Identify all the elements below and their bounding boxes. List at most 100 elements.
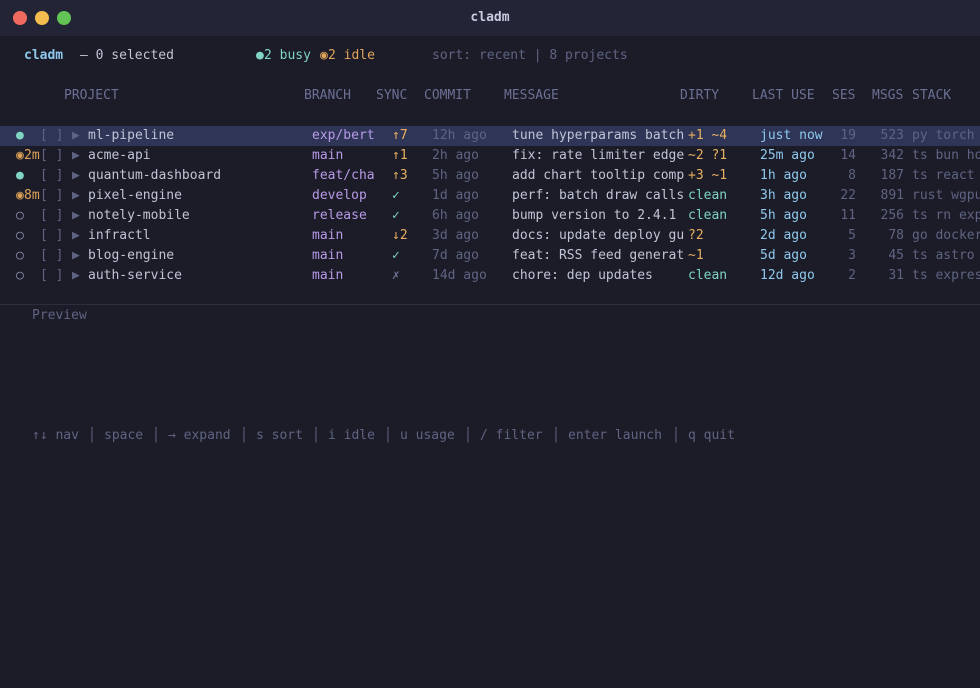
project-name: auth-service bbox=[88, 268, 182, 283]
hint-expand: → expand bbox=[168, 428, 231, 443]
branch-name: main bbox=[312, 268, 344, 283]
stack-tags: rust wgpu bbox=[912, 188, 980, 203]
column-project[interactable]: PROJECT bbox=[64, 86, 119, 106]
project-name: notely-mobile bbox=[88, 208, 190, 223]
select-checkbox[interactable]: [ ] bbox=[40, 266, 63, 286]
stack-tags: ts expres bbox=[912, 268, 980, 283]
divider bbox=[0, 304, 980, 305]
selection-count: — 0 selected bbox=[80, 48, 174, 63]
commit-message: bump version to 2.4.1 bbox=[512, 208, 677, 223]
commit-message: tune hyperparams batch bbox=[512, 128, 685, 143]
column-dirty[interactable]: DIRTY bbox=[680, 86, 719, 106]
expand-arrow-icon[interactable]: ▶ bbox=[72, 206, 80, 226]
busy-icon: ● bbox=[256, 48, 264, 63]
last-use: 5h ago bbox=[760, 208, 807, 223]
column-message[interactable]: MESSAGE bbox=[504, 86, 559, 106]
idle-icon: ◉ bbox=[320, 48, 328, 63]
project-row[interactable]: ◉ 2m[ ] ▶ acme-api main ↑1 2h ago fix: rate lim… bbox=[0, 146, 980, 166]
expand-arrow-icon[interactable]: ▶ bbox=[72, 166, 80, 186]
commit-age: 3d ago bbox=[432, 228, 479, 243]
hint-space: space bbox=[104, 428, 144, 443]
dirty-status: ?2 bbox=[688, 228, 704, 243]
dirty-status: ~1 bbox=[688, 248, 704, 263]
hint-filter: / filter bbox=[480, 428, 543, 443]
message-count: 31 bbox=[888, 268, 904, 283]
select-checkbox[interactable]: [ ] bbox=[40, 166, 63, 186]
expand-arrow-icon[interactable]: ▶ bbox=[72, 186, 80, 206]
message-count: 891 bbox=[880, 188, 904, 203]
stack-tags: go docker bbox=[912, 228, 980, 243]
select-checkbox[interactable]: [ ] bbox=[40, 126, 63, 146]
expand-arrow-icon[interactable]: ▶ bbox=[72, 146, 80, 166]
hint-sort: s sort bbox=[256, 428, 303, 443]
last-use: just now bbox=[760, 128, 823, 143]
stack-tags: ts astro bbox=[912, 248, 975, 263]
sync-status: ✓ bbox=[392, 208, 400, 223]
stack-tags: ts react bbox=[912, 168, 975, 183]
session-count: 22 bbox=[840, 188, 856, 203]
select-checkbox[interactable]: [ ] bbox=[40, 146, 63, 166]
project-row[interactable]: ● [ ] ▶ ml-pipeline exp/bert ↑7 12h ago tune hy… bbox=[0, 126, 980, 146]
commit-age: 2h ago bbox=[432, 148, 479, 163]
expand-arrow-icon[interactable]: ▶ bbox=[72, 126, 80, 146]
message-count: 187 bbox=[880, 168, 904, 183]
select-checkbox[interactable]: [ ] bbox=[40, 186, 63, 206]
project-name: ml-pipeline bbox=[88, 128, 175, 143]
project-row[interactable]: ○ [ ] ▶ notely-mobile release ✓ 6h ago bump ver… bbox=[0, 206, 980, 226]
status-icon: ◉ bbox=[16, 148, 24, 163]
commit-message: docs: update deploy gu bbox=[512, 228, 685, 243]
expand-arrow-icon[interactable]: ▶ bbox=[72, 226, 80, 246]
commit-message: feat: RSS feed generat bbox=[512, 248, 685, 263]
commit-age: 6h ago bbox=[432, 208, 479, 223]
branch-name: exp/bert bbox=[312, 128, 375, 143]
message-count: 78 bbox=[888, 228, 904, 243]
commit-message: chore: dep updates bbox=[512, 268, 653, 283]
column-sync[interactable]: SYNC bbox=[376, 86, 407, 106]
project-row[interactable]: ● [ ] ▶ quantum-dashboard feat/cha ↑3 5h ago ad… bbox=[0, 166, 980, 186]
dirty-status: +1 ~4 bbox=[688, 128, 728, 143]
dirty-status: clean bbox=[688, 208, 728, 223]
sync-status: ✓ bbox=[392, 188, 400, 203]
column-branch[interactable]: BRANCH bbox=[304, 86, 351, 106]
dirty-status: clean bbox=[688, 188, 728, 203]
message-count: 523 bbox=[880, 128, 904, 143]
select-checkbox[interactable]: [ ] bbox=[40, 246, 63, 266]
commit-age: 1d ago bbox=[432, 188, 479, 203]
project-row[interactable]: ○ [ ] ▶ blog-engine main ✓ 7d ago feat: RSS fee… bbox=[0, 246, 980, 266]
hint-separator: │ bbox=[464, 428, 472, 443]
app-name: cladm bbox=[24, 48, 64, 63]
last-use: 5d ago bbox=[760, 248, 807, 263]
column-messages[interactable]: MSGS bbox=[872, 86, 903, 106]
project-row[interactable]: ○ [ ] ▶ infractl main ↓2 3d ago docs: update de… bbox=[0, 226, 980, 246]
busy-count: 2 busy bbox=[264, 48, 311, 63]
project-row[interactable]: ◉ 8m[ ] ▶ pixel-engine develop ✓ 1d ago perf: b… bbox=[0, 186, 980, 206]
sync-status: ↑1 bbox=[392, 148, 408, 163]
select-checkbox[interactable]: [ ] bbox=[40, 206, 63, 226]
dirty-status: ~2 ?1 bbox=[688, 148, 728, 163]
title-bar: cladm bbox=[0, 0, 980, 36]
column-last-use[interactable]: LAST USE bbox=[752, 86, 815, 106]
select-checkbox[interactable]: [ ] bbox=[40, 226, 63, 246]
column-sessions[interactable]: SES bbox=[832, 86, 855, 106]
project-name: acme-api bbox=[88, 148, 151, 163]
column-commit[interactable]: COMMIT bbox=[424, 86, 471, 106]
branch-name: release bbox=[312, 208, 367, 223]
sort-status: sort: recent | 8 projects bbox=[432, 48, 628, 63]
branch-name: main bbox=[312, 148, 344, 163]
sync-status: ✗ bbox=[392, 268, 400, 283]
project-name: quantum-dashboard bbox=[88, 168, 222, 183]
status-icon: ○ bbox=[16, 208, 24, 223]
commit-age: 7d ago bbox=[432, 248, 479, 263]
preview-label: Preview bbox=[32, 308, 87, 323]
last-use: 1h ago bbox=[760, 168, 807, 183]
column-stack[interactable]: STACK bbox=[912, 86, 951, 106]
session-count: 14 bbox=[840, 148, 856, 163]
hint-launch: enter launch bbox=[568, 428, 662, 443]
status-icon: ○ bbox=[16, 228, 24, 243]
project-row[interactable]: ○ [ ] ▶ auth-service main ✗ 14d ago chore: dep … bbox=[0, 266, 980, 286]
hint-usage: u usage bbox=[400, 428, 455, 443]
expand-arrow-icon[interactable]: ▶ bbox=[72, 266, 80, 286]
status-icon: ● bbox=[16, 168, 24, 183]
expand-arrow-icon[interactable]: ▶ bbox=[72, 246, 80, 266]
commit-message: add chart tooltip comp bbox=[512, 168, 685, 183]
